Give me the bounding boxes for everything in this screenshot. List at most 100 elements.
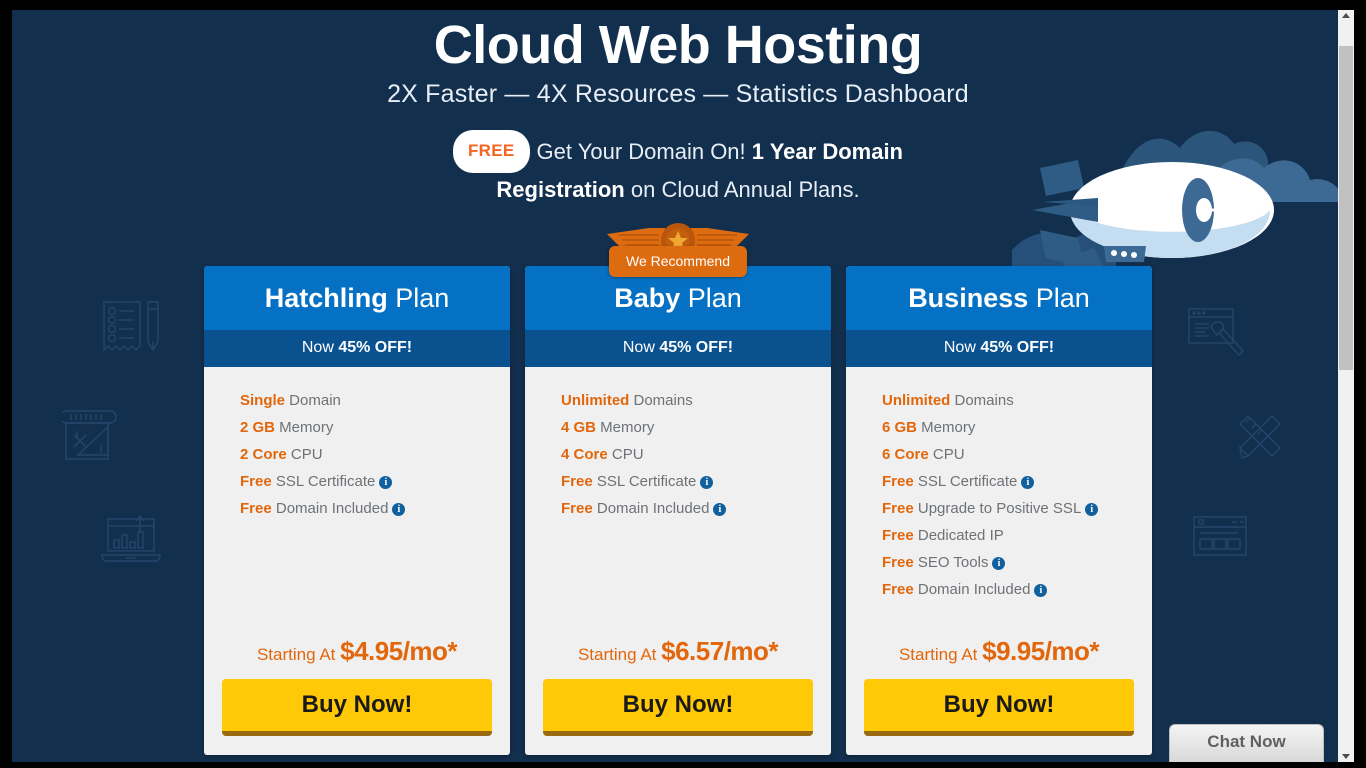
feature-highlight: Free: [561, 500, 593, 517]
feature-highlight: 2 Core: [240, 446, 287, 463]
buy-now-button[interactable]: Buy Now!: [222, 679, 492, 736]
info-icon[interactable]: i: [379, 476, 393, 489]
plan-name-bold: Baby: [614, 283, 681, 313]
plan-price: Starting At $6.57/mo*: [525, 636, 831, 669]
plan-discount-badge: Now 45% OFF!: [204, 330, 510, 367]
chat-now-widget[interactable]: Chat Now: [1169, 724, 1324, 762]
scroll-down-arrow-icon[interactable]: [1342, 754, 1350, 759]
feature-highlight: Free: [882, 527, 914, 544]
promo-line1-pre: Get Your Domain On!: [536, 138, 752, 164]
promo-line1-bold: 1 Year Domain: [751, 138, 903, 164]
plan-feature-list: Unlimited Domains 6 GB Memory 6 Core CPU Fr…: [846, 387, 1152, 603]
feature-highlight: Free: [882, 473, 914, 490]
plan-feature: 2 Core CPU: [240, 446, 323, 463]
feature-highlight: Single: [240, 392, 286, 409]
plan-feature-list: Unlimited Domains 4 GB Memory 4 Core CPU Fr…: [525, 387, 831, 522]
info-icon[interactable]: i: [700, 476, 714, 489]
plan-discount-badge: Now 45% OFF!: [525, 330, 831, 367]
browser-layout-icon: [1192, 515, 1248, 557]
plan-feature: Free SSL Certificate i: [561, 468, 831, 495]
plan-feature: Free Dedicated IP: [882, 527, 1004, 544]
plan-price-prefix: Starting At: [577, 645, 662, 664]
plan-feature: Free Domain Included i: [882, 576, 1152, 603]
plan-price: Starting At $4.95/mo*: [204, 636, 510, 669]
plan-feature: Single Domain: [240, 392, 341, 409]
plan-body: Single Domain 2 GB Memory 2 Core CPU Free S…: [204, 367, 510, 632]
plan-discount-value: 45% OFF!: [338, 339, 413, 356]
page-title: Cloud Web Hosting: [433, 15, 923, 75]
feature-highlight: Free: [240, 473, 272, 490]
plan-price-prefix: Starting At: [898, 645, 983, 664]
plan-feature: Free Domain Included i: [561, 495, 831, 522]
feature-highlight: Free: [882, 581, 914, 598]
feature-highlight: Free: [561, 473, 593, 490]
page-scrollbar[interactable]: [1338, 10, 1354, 762]
plan-price-prefix: Starting At: [256, 645, 341, 664]
plan-price: Starting At $9.95/mo*: [846, 636, 1152, 669]
hero-header: Cloud Web Hosting 2X Faster — 4X Resourc…: [12, 10, 1344, 207]
info-icon[interactable]: i: [992, 557, 1006, 570]
feature-highlight: 4 GB: [561, 419, 597, 436]
recommend-ribbon-label: We Recommend: [608, 246, 748, 277]
plan-card-baby: We Recommend Baby Plan Now 45% OFF! Unlimit…: [525, 223, 831, 755]
buy-now-button[interactable]: Buy Now!: [543, 679, 813, 736]
plan-feature: 6 GB Memory: [882, 419, 976, 436]
checklist-pencil-icon: [100, 298, 162, 358]
info-icon[interactable]: i: [1085, 503, 1099, 516]
promo-line2-bold: Registration: [496, 176, 625, 202]
plan-discount-value: 45% OFF!: [980, 339, 1055, 356]
plan-discount-badge: Now 45% OFF!: [846, 330, 1152, 367]
info-icon[interactable]: i: [1021, 476, 1035, 489]
feature-highlight: 6 Core: [882, 446, 929, 463]
page-subtitle: 2X Faster — 4X Resources — Statistics Da…: [387, 79, 969, 108]
free-badge: FREE: [452, 129, 530, 173]
browser-paintbrush-icon: [1187, 305, 1245, 361]
plan-discount-value: 45% OFF!: [659, 339, 734, 356]
plan-card-business: Business Plan Now 45% OFF! Unlimited Domai…: [846, 266, 1152, 755]
feature-highlight: Unlimited: [882, 392, 951, 409]
plan-name-bold: Business: [908, 283, 1029, 313]
plan-feature-list: Single Domain 2 GB Memory 2 Core CPU Free S…: [204, 387, 510, 522]
buy-now-button[interactable]: Buy Now!: [864, 679, 1134, 736]
plan-name: Hatchling Plan: [204, 266, 510, 330]
feature-highlight: Free: [240, 500, 272, 517]
plan-price-value: $6.57/mo*: [661, 636, 779, 666]
plan-card-hatchling: Hatchling Plan Now 45% OFF! Single Domain 2…: [204, 266, 510, 755]
promo-text: FREE Get Your Domain On! 1 Year Domain Re…: [12, 129, 1344, 207]
plan-price-value: $4.95/mo*: [340, 636, 458, 666]
info-icon[interactable]: i: [392, 503, 406, 516]
plan-feature: Unlimited Domains: [882, 392, 1014, 409]
feature-highlight: Free: [882, 554, 914, 571]
plan-feature: Free Domain Included i: [240, 495, 510, 522]
plan-feature: Free SEO Tools i: [882, 549, 1152, 576]
pricing-plans: Hatchling Plan Now 45% OFF! Single Domain 2…: [204, 223, 1152, 762]
plan-feature: Free Upgrade to Positive SSL i: [882, 495, 1152, 522]
page-frame: Cloud Web Hosting 2X Faster — 4X Resourc…: [12, 10, 1344, 762]
feature-highlight: Free: [882, 500, 914, 517]
laptop-chart-icon: [100, 515, 162, 565]
info-icon[interactable]: i: [713, 503, 727, 516]
plan-feature: 4 Core CPU: [561, 446, 644, 463]
plan-name-bold: Hatchling: [264, 283, 388, 313]
plan-body: Unlimited Domains 6 GB Memory 6 Core CPU Fr…: [846, 367, 1152, 632]
plan-feature: 4 GB Memory: [561, 419, 655, 436]
plan-feature: 2 GB Memory: [240, 419, 334, 436]
feature-highlight: 6 GB: [882, 419, 918, 436]
recommend-ribbon: We Recommend: [603, 222, 753, 277]
plan-feature: Free SSL Certificate i: [882, 468, 1152, 495]
feature-highlight: Unlimited: [561, 392, 630, 409]
promo-line2-post: on Cloud Annual Plans.: [624, 176, 860, 202]
plan-price-value: $9.95/mo*: [982, 636, 1100, 666]
info-icon[interactable]: i: [1034, 584, 1048, 597]
plan-body: Unlimited Domains 4 GB Memory 4 Core CPU Fr…: [525, 367, 831, 632]
crossed-ruler-pencil-icon: [1234, 410, 1286, 462]
plan-feature: Unlimited Domains: [561, 392, 693, 409]
scrollbar-thumb[interactable]: [1339, 46, 1353, 370]
feature-highlight: 2 GB: [240, 419, 276, 436]
plan-feature: Free SSL Certificate i: [240, 468, 510, 495]
feature-highlight: 4 Core: [561, 446, 608, 463]
scroll-up-arrow-icon[interactable]: [1342, 13, 1350, 18]
plan-name: Business Plan: [846, 266, 1152, 330]
blueprint-ruler-icon: [62, 405, 128, 467]
plan-feature: 6 Core CPU: [882, 446, 965, 463]
